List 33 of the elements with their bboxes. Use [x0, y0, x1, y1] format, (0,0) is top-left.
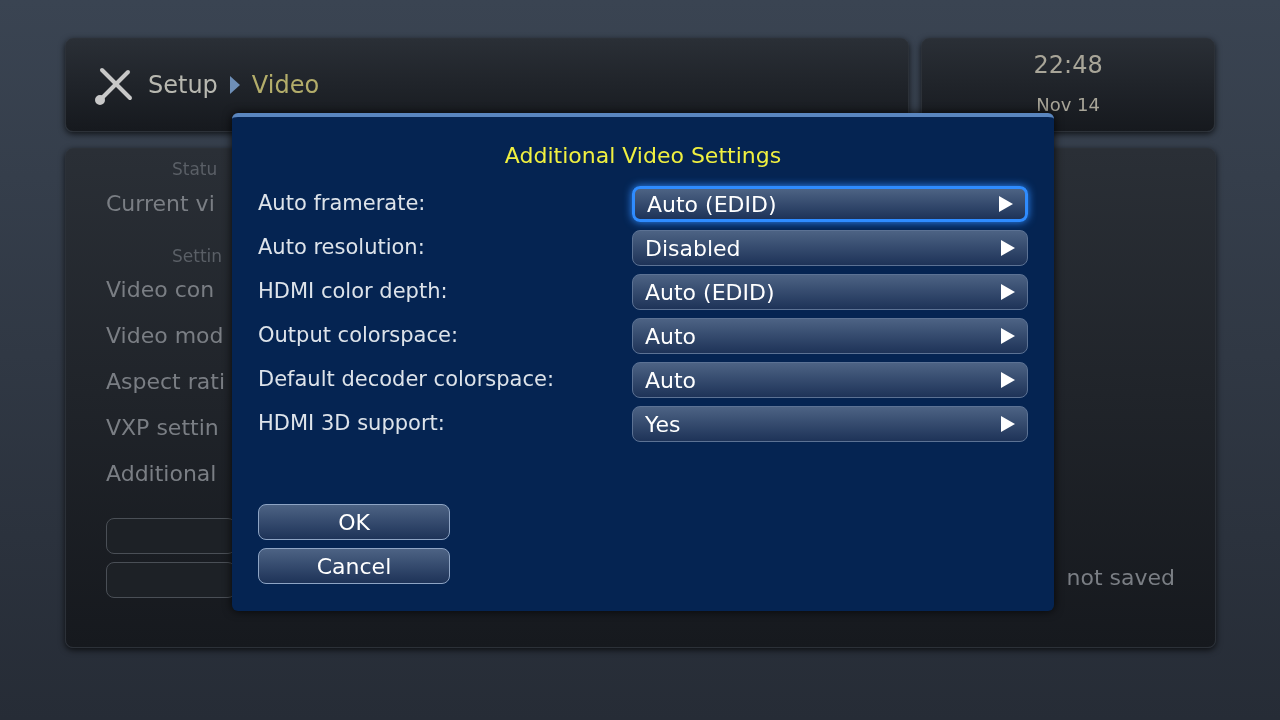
option-selector[interactable]: Auto (EDID): [632, 186, 1028, 222]
arrow-right-icon: [999, 196, 1013, 212]
settings-item: Additional: [106, 460, 217, 488]
arrow-right-icon: [1001, 240, 1015, 256]
date-text: Nov 14: [1036, 93, 1100, 117]
option-selector[interactable]: Auto: [632, 362, 1028, 398]
dialog-button[interactable]: OK: [258, 504, 450, 540]
setting-label: HDMI color depth:: [258, 278, 448, 306]
time-text: 22:48: [1033, 50, 1103, 81]
setting-label: HDMI 3D support:: [258, 410, 445, 438]
setting-label: Default decoder colorspace:: [258, 366, 554, 394]
setting-label: Auto framerate:: [258, 190, 426, 218]
status-note: not saved: [1066, 564, 1175, 592]
option-selector[interactable]: Disabled: [632, 230, 1028, 266]
setting-label: Output colorspace:: [258, 322, 458, 350]
arrow-right-icon: [1001, 284, 1015, 300]
arrow-right-icon: [1001, 328, 1015, 344]
chevron-icon: [229, 76, 240, 94]
settings-item: Aspect rati: [106, 368, 225, 396]
breadcrumb-item: Video: [251, 70, 320, 101]
dialog-button[interactable]: Cancel: [258, 548, 450, 584]
settings-item: Video mod: [106, 322, 224, 350]
option-selector[interactable]: Auto: [632, 318, 1028, 354]
arrow-right-icon: [1001, 372, 1015, 388]
status-item: Current vi: [106, 189, 215, 218]
setting-label: Auto resolution:: [258, 234, 425, 262]
settings-item: Video con: [106, 276, 215, 304]
settings-item: VXP settin: [106, 414, 219, 442]
arrow-right-icon: [1001, 416, 1015, 432]
breadcrumb-item: Setup: [148, 70, 218, 101]
option-selector[interactable]: Yes: [632, 406, 1028, 442]
option-selector[interactable]: Auto (EDID): [632, 274, 1028, 310]
dialog-title: Additional Video Settings: [503, 142, 783, 170]
